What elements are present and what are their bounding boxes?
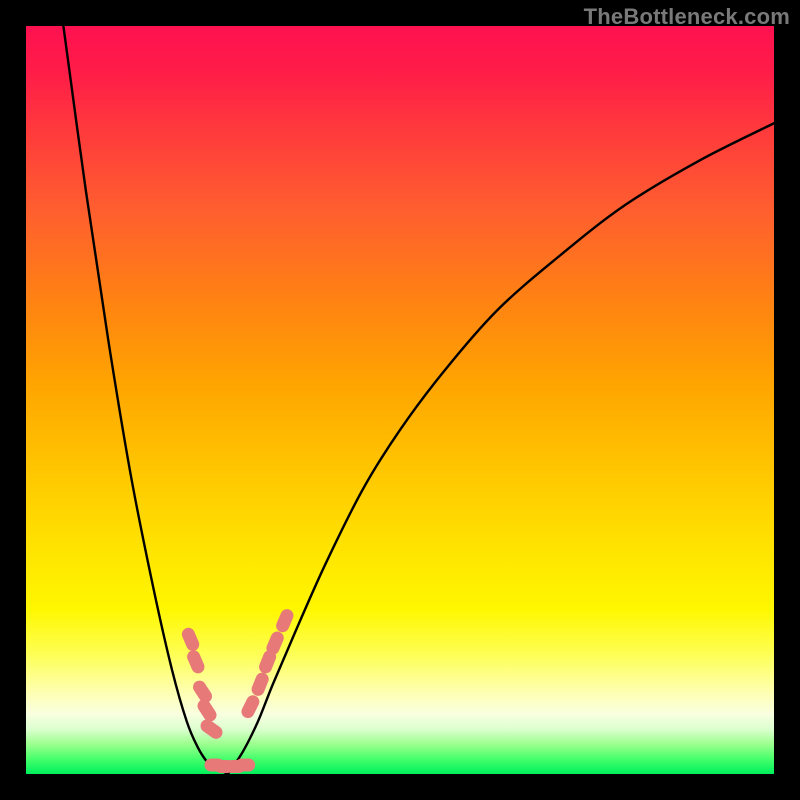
bottleneck-curve <box>63 26 774 774</box>
marker-pill <box>250 671 271 698</box>
marker-pill <box>239 693 261 720</box>
watermark-text: TheBottleneck.com <box>584 4 790 30</box>
plot-area <box>26 26 774 774</box>
curve-layer <box>26 26 774 774</box>
marker-pill <box>235 759 255 772</box>
marker-pill <box>185 648 206 675</box>
series-bottleneck-right <box>228 123 774 774</box>
marker-pill <box>274 607 295 634</box>
chart-container: TheBottleneck.com <box>0 0 800 800</box>
marker-pill <box>180 626 201 653</box>
series-bottleneck-left <box>63 26 228 774</box>
